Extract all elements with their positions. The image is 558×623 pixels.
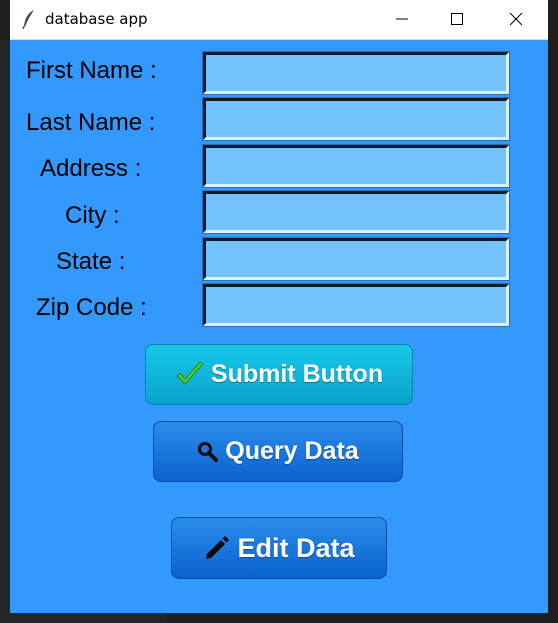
background-editor-left (0, 40, 10, 623)
maximize-button[interactable] (435, 0, 481, 39)
first-name-field[interactable] (202, 51, 510, 95)
checkmark-icon (176, 360, 204, 385)
last-name-field[interactable] (202, 97, 510, 141)
query-data-button[interactable]: Query Data (153, 421, 403, 482)
maximize-icon (451, 13, 463, 25)
edit-data-label: Edit Data (237, 532, 355, 563)
title-bar[interactable]: database app (10, 0, 548, 40)
address-field[interactable] (202, 144, 510, 188)
submit-button-label: Submit Button (210, 360, 384, 388)
last-name-label: Last Name : (26, 109, 156, 136)
first-name-label: First Name : (26, 57, 157, 84)
city-field[interactable] (202, 190, 510, 234)
city-input[interactable] (206, 194, 506, 230)
first-name-input[interactable] (206, 55, 506, 91)
address-input[interactable] (206, 148, 506, 184)
address-label: Address : (40, 155, 142, 182)
zip-code-input[interactable] (206, 287, 506, 323)
minimize-icon (396, 18, 408, 20)
city-label: City : (65, 202, 120, 229)
submit-button[interactable]: Submit Button (145, 344, 413, 405)
minimize-button[interactable] (380, 0, 426, 39)
last-name-input[interactable] (206, 101, 506, 137)
close-icon (509, 12, 523, 26)
query-data-label: Query Data (225, 437, 359, 465)
zip-code-label: Zip Code : (36, 294, 147, 321)
zip-code-field[interactable] (202, 283, 510, 327)
background-editor-bottom (0, 613, 558, 623)
state-label: State : (56, 248, 126, 275)
edit-data-button[interactable]: Edit Data (171, 517, 387, 579)
close-button[interactable] (494, 0, 540, 39)
feather-icon (22, 10, 34, 29)
pencil-icon (206, 536, 230, 559)
search-icon (198, 441, 219, 462)
app-window: database app First Name : Last Name : Ad… (10, 0, 548, 613)
window-title: database app (45, 10, 148, 28)
background-editor-right (548, 40, 558, 623)
state-input[interactable] (206, 241, 506, 277)
state-field[interactable] (202, 237, 510, 281)
